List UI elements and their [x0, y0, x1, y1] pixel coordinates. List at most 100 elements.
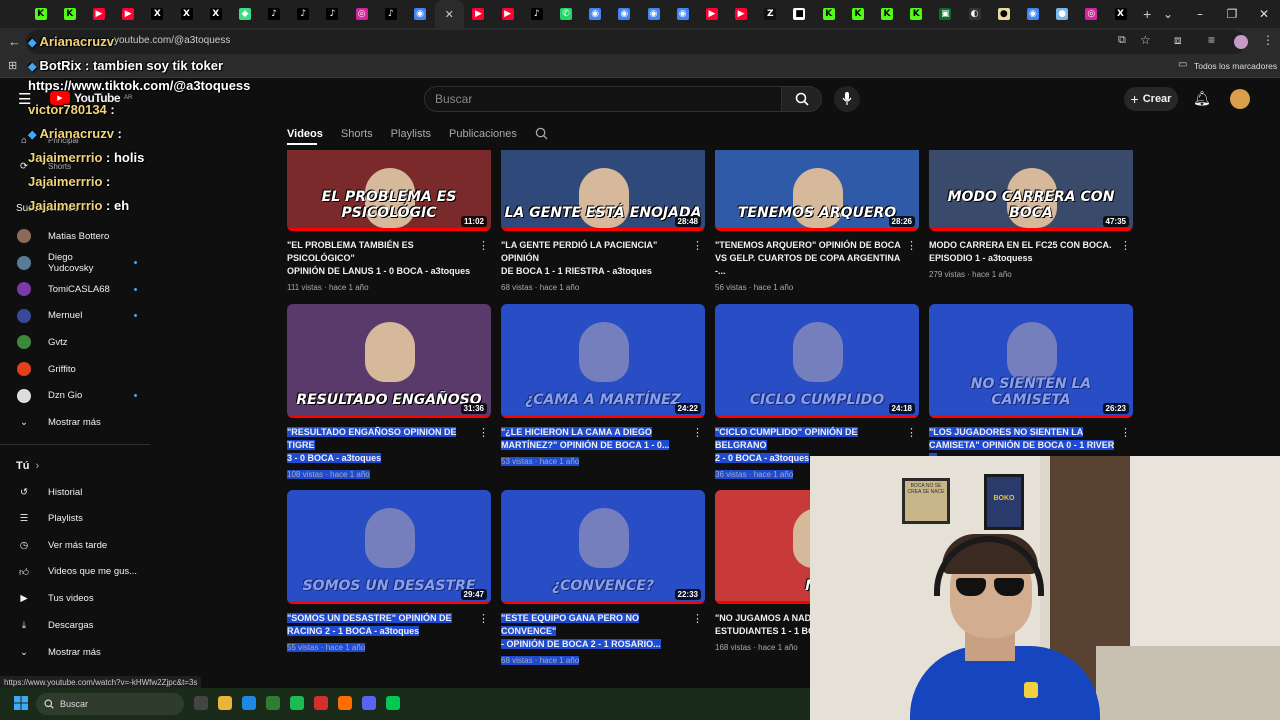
browser-tab[interactable]: ◉: [639, 0, 668, 28]
browser-tab[interactable]: K: [902, 0, 931, 28]
media-icon[interactable]: ≡: [1208, 33, 1215, 47]
video-title[interactable]: "ESTE EQUIPO GANA PERO NO CONVENCE" - OPI…: [501, 612, 687, 651]
video-title[interactable]: "EL PROBLEMA TAMBIÉN ES PSICOLÓGICO" OPIN…: [287, 239, 473, 278]
browser-tab[interactable]: X: [201, 0, 230, 28]
browser-tab[interactable]: ♪: [522, 0, 551, 28]
video-thumbnail[interactable]: LA GENTE ESTÁ ENOJADA 28:48: [501, 150, 705, 231]
sidebar-item-subscription[interactable]: Mernuel: [16, 306, 137, 326]
browser-tab[interactable]: ♪: [260, 0, 289, 28]
more-options-icon[interactable]: ⋮: [906, 239, 917, 252]
sidebar-item-you[interactable]: ⤓ Descargas: [16, 615, 94, 635]
search-button[interactable]: [782, 86, 822, 112]
minimize-icon[interactable]: –: [1184, 0, 1216, 28]
file-explorer-icon[interactable]: [218, 696, 232, 710]
more-options-icon[interactable]: ⋮: [478, 612, 489, 625]
sidebar-item-subscription[interactable]: Dzn Gio: [16, 386, 137, 406]
video-title[interactable]: MODO CARRERA EN EL FC25 CON BOCA. EPISODI…: [929, 239, 1115, 265]
browser-tab[interactable]: ●: [1048, 0, 1077, 28]
sidebar-item-you[interactable]: 👍︎ Videos que me gus...: [16, 562, 137, 582]
sidebar-item-you[interactable]: ◷ Ver más tarde: [16, 535, 107, 555]
browser-tab[interactable]: ▶: [697, 0, 726, 28]
more-options-icon[interactable]: ⋮: [1120, 239, 1131, 252]
browser-tab[interactable]: ●: [989, 0, 1018, 28]
browser-tab[interactable]: ◉: [668, 0, 697, 28]
browser-tab[interactable]: ◎: [347, 0, 376, 28]
store-icon[interactable]: [266, 696, 280, 710]
video-card[interactable]: LA GENTE ESTÁ ENOJADA 28:48 "LA GENTE PERD…: [501, 150, 705, 292]
sidebar-item-subscription[interactable]: Gvtz: [16, 332, 120, 352]
sidebar-item-subscription[interactable]: Matias Bottero: [16, 226, 120, 246]
more-options-icon[interactable]: ⋮: [692, 426, 703, 439]
sidebar-item-you[interactable]: ↺ Historial: [16, 482, 82, 502]
notifications-bell-icon[interactable]: 🔔︎: [1193, 90, 1211, 107]
browser-tab[interactable]: K: [843, 0, 872, 28]
voice-search-button[interactable]: [834, 86, 860, 112]
tab-playlists[interactable]: Playlists: [391, 128, 431, 140]
browser-tab[interactable]: ▶: [727, 0, 756, 28]
video-card[interactable]: SOMOS UN DESASTRE29:47 "SOMOS UN DESASTRE…: [287, 490, 491, 652]
video-card[interactable]: NO SIENTEN LA CAMISETA26:23"LOS JUGADORE…: [929, 304, 1133, 465]
create-button[interactable]: + Crear: [1124, 87, 1178, 111]
menu-icon[interactable]: ⋮: [1262, 33, 1274, 47]
cast-icon[interactable]: ⧉: [1118, 34, 1126, 47]
sidebar-item-subscription[interactable]: Diego Yudcovsky: [16, 252, 137, 274]
channel-search-icon[interactable]: [535, 127, 548, 140]
profile-avatar[interactable]: [1234, 35, 1248, 49]
you-heading[interactable]: Tú ›: [16, 456, 39, 476]
browser-tab[interactable]: Z: [756, 0, 785, 28]
browser-tab[interactable]: ◐: [960, 0, 989, 28]
more-options-icon[interactable]: ⋮: [692, 239, 703, 252]
video-card[interactable]: ¿CAMA A MARTÍNEZ24:22 "¿LE HICIERON LA CA…: [501, 304, 705, 466]
discord-icon[interactable]: [362, 696, 376, 710]
more-options-icon[interactable]: ⋮: [692, 612, 703, 625]
more-options-icon[interactable]: ⋮: [478, 426, 489, 439]
edge-icon[interactable]: [242, 696, 256, 710]
browser-tab[interactable]: ▶: [464, 0, 493, 28]
extensions-icon[interactable]: ⧈: [1174, 33, 1182, 48]
browser-tab[interactable]: K: [814, 0, 843, 28]
video-thumbnail[interactable]: CICLO CUMPLIDO24:18: [715, 304, 919, 418]
tab-publicaciones[interactable]: Publicaciones: [449, 128, 517, 140]
video-title[interactable]: "RESULTADO ENGAÑOSO OPINION DE TIGRE 3 - …: [287, 426, 473, 465]
video-card[interactable]: MODO CARRERA CON BOCA 47:35 MODO CARRERA E…: [929, 150, 1133, 279]
all-bookmarks-label[interactable]: Todos los marcadores: [1194, 61, 1277, 71]
video-thumbnail[interactable]: ¿CONVENCE?22:33: [501, 490, 705, 604]
browser-tab[interactable]: ♪: [376, 0, 405, 28]
video-card[interactable]: EL PROBLEMA ES PSICOLÓGIC 11:02 "EL PROBLE…: [287, 150, 491, 292]
browser-tab[interactable]: ◎: [1077, 0, 1106, 28]
task-view-icon[interactable]: [194, 696, 208, 710]
browser-tab[interactable]: ▶: [493, 0, 522, 28]
apps-icon[interactable]: ⊞: [8, 59, 17, 72]
new-tab-button[interactable]: +: [1143, 6, 1151, 22]
video-card[interactable]: ¿CONVENCE?22:33 "ESTE EQUIPO GANA PERO NO…: [501, 490, 705, 665]
taskbar-search[interactable]: Buscar: [36, 693, 184, 715]
chrome-icon[interactable]: [314, 696, 328, 710]
video-card[interactable]: TENEMOS ARQUERO 28:26 "TENEMOS ARQUERO" OP…: [715, 150, 919, 292]
video-thumbnail[interactable]: RESULTADO ENGAÑOSO 31:36: [287, 304, 491, 418]
video-title[interactable]: "SOMOS UN DESASTRE" OPINIÓN DE RACING 2 -…: [287, 612, 473, 638]
sidebar-show-more-you[interactable]: ⌄ Mostrar más: [16, 642, 101, 662]
browser-tab[interactable]: X: [1106, 0, 1135, 28]
video-card[interactable]: CICLO CUMPLIDO24:18"CICLO CUMPLIDO" OPIN…: [715, 304, 919, 479]
more-options-icon[interactable]: ⋮: [1120, 426, 1131, 439]
windows-start-icon[interactable]: [14, 696, 28, 710]
sidebar-item-subscription[interactable]: TomiCASLA68: [16, 279, 137, 299]
dropdown-icon[interactable]: ⌄: [1152, 0, 1184, 28]
browser-tab[interactable]: ♪: [318, 0, 347, 28]
back-icon[interactable]: ←: [8, 34, 21, 49]
video-thumbnail[interactable]: SOMOS UN DESASTRE29:47: [287, 490, 491, 604]
browser-tab[interactable]: ✆: [551, 0, 580, 28]
browser-tab[interactable]: X: [143, 0, 172, 28]
video-thumbnail[interactable]: MODO CARRERA CON BOCA 47:35: [929, 150, 1133, 231]
browser-tab[interactable]: K: [872, 0, 901, 28]
browser-tab[interactable]: K: [26, 0, 55, 28]
video-thumbnail[interactable]: EL PROBLEMA ES PSICOLÓGIC 11:02: [287, 150, 491, 231]
browser-tab[interactable]: ◉: [1018, 0, 1047, 28]
video-thumbnail[interactable]: TENEMOS ARQUERO 28:26: [715, 150, 919, 231]
account-avatar[interactable]: [1230, 89, 1250, 109]
spotify-icon[interactable]: [290, 696, 304, 710]
video-thumbnail[interactable]: NO SIENTEN LA CAMISETA26:23: [929, 304, 1133, 418]
sidebar-item-you[interactable]: ▶ Tus videos: [16, 588, 93, 608]
url-field[interactable]: youtube.com/@a3toquess ⧉ ☆ ⧈ ≡: [26, 30, 1248, 54]
app-icon[interactable]: [386, 696, 400, 710]
